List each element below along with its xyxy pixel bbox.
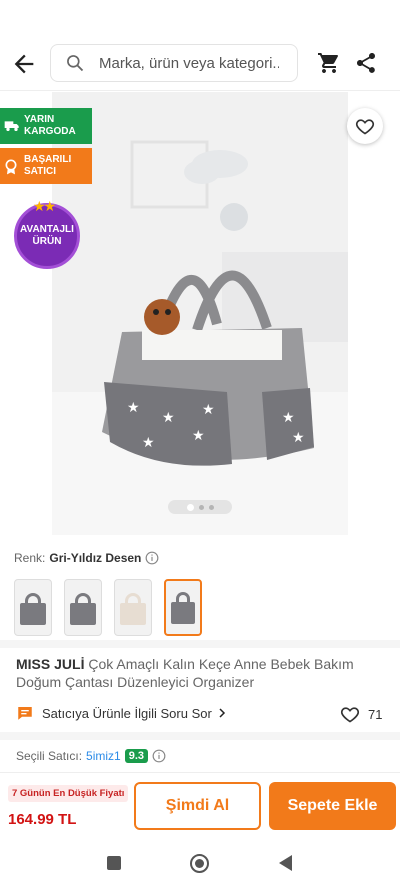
variant-thumbnail[interactable] <box>14 579 52 636</box>
svg-text:★: ★ <box>282 409 295 425</box>
seller-badge-text: BAŞARILI SATICI <box>24 154 72 177</box>
search-bar[interactable] <box>50 44 298 82</box>
info-icon[interactable] <box>145 551 159 565</box>
buy-now-button[interactable]: Şimdi Al <box>134 782 261 830</box>
award-icon <box>5 159 17 175</box>
ask-seller-link[interactable]: Satıcıya Ürünle İlgili Soru Sor <box>16 704 228 722</box>
section-separator <box>0 732 400 740</box>
back-arrow-icon[interactable] <box>10 50 38 78</box>
top-bar <box>0 40 400 86</box>
pagination-dot-active <box>186 503 194 511</box>
advantage-line1: AVANTAJLI <box>20 224 74 235</box>
gallery-pagination <box>168 500 232 514</box>
add-to-cart-button[interactable]: Sepete Ekle <box>269 782 396 830</box>
seller-name[interactable]: 5imiz1 <box>86 749 121 763</box>
bottom-action-bar: 7 Günün En Düşük Fiyatı 164.99 TL Şimdi … <box>0 772 400 838</box>
product-title: MISS JULİ Çok Amaçlı Kalın Keçe Anne Beb… <box>16 655 384 691</box>
system-nav-bar <box>0 838 400 888</box>
svg-text:★: ★ <box>142 434 155 450</box>
chevron-right-icon <box>219 708 225 718</box>
svg-text:★: ★ <box>127 399 140 415</box>
seller-label: Seçili Satıcı: <box>16 749 83 763</box>
cart-icon[interactable] <box>317 51 341 75</box>
color-value: Gri-Yıldız Desen <box>49 551 142 565</box>
search-input[interactable] <box>99 54 279 72</box>
price: 164.99 TL <box>8 811 77 828</box>
back-icon[interactable] <box>279 855 292 871</box>
variant-thumbnail[interactable] <box>114 579 152 636</box>
favorites-count-value: 71 <box>368 706 383 722</box>
divider <box>0 90 400 91</box>
product-image[interactable]: ★ ★ ★ ★ ★ ★ ★ <box>52 92 348 535</box>
truck-icon <box>4 121 19 131</box>
svg-text:★: ★ <box>202 401 215 417</box>
seller-score-badge: 9.3 <box>124 749 149 763</box>
chat-icon <box>18 707 32 720</box>
variant-thumbnails <box>14 579 202 636</box>
pagination-dot <box>208 504 214 510</box>
svg-text:★: ★ <box>192 427 205 443</box>
favorite-button[interactable] <box>347 108 383 144</box>
svg-text:★: ★ <box>162 409 175 425</box>
advantage-badge: ★★ AVANTAJLI ÜRÜN <box>14 198 80 269</box>
variant-thumbnail[interactable] <box>64 579 102 636</box>
lowest-price-badge: 7 Günün En Düşük Fiyatı <box>8 785 129 802</box>
star-icon: ★★ <box>33 198 56 214</box>
color-label: Renk: <box>14 551 46 565</box>
color-selection: Renk: Gri-Yıldız Desen <box>14 551 159 565</box>
variant-thumbnail-selected[interactable] <box>164 579 202 636</box>
seller-badge: BAŞARILI SATICI <box>0 148 92 184</box>
svg-text:★: ★ <box>292 429 305 445</box>
delivery-badge-text: YARIN KARGODA <box>24 114 76 137</box>
home-icon[interactable] <box>190 854 209 873</box>
info-icon[interactable] <box>152 749 166 763</box>
delivery-badge: YARIN KARGODA <box>0 108 92 144</box>
search-icon <box>67 55 84 72</box>
recent-apps-icon[interactable] <box>107 856 121 870</box>
advantage-line2: ÜRÜN <box>32 236 62 247</box>
section-separator <box>0 640 400 648</box>
heart-icon <box>355 119 375 135</box>
product-brand[interactable]: MISS JULİ <box>16 656 84 672</box>
seller-info: Seçili Satıcı: 5imiz1 9.3 <box>16 749 166 763</box>
pagination-dot <box>198 504 204 510</box>
ask-seller-label: Satıcıya Ürünle İlgili Soru Sor <box>42 705 212 721</box>
product-photo: ★ ★ ★ ★ ★ ★ ★ <box>52 92 348 535</box>
share-icon[interactable] <box>354 51 378 75</box>
heart-icon <box>340 707 360 723</box>
favorites-count[interactable]: 71 <box>340 704 382 724</box>
status-bar <box>0 0 400 36</box>
